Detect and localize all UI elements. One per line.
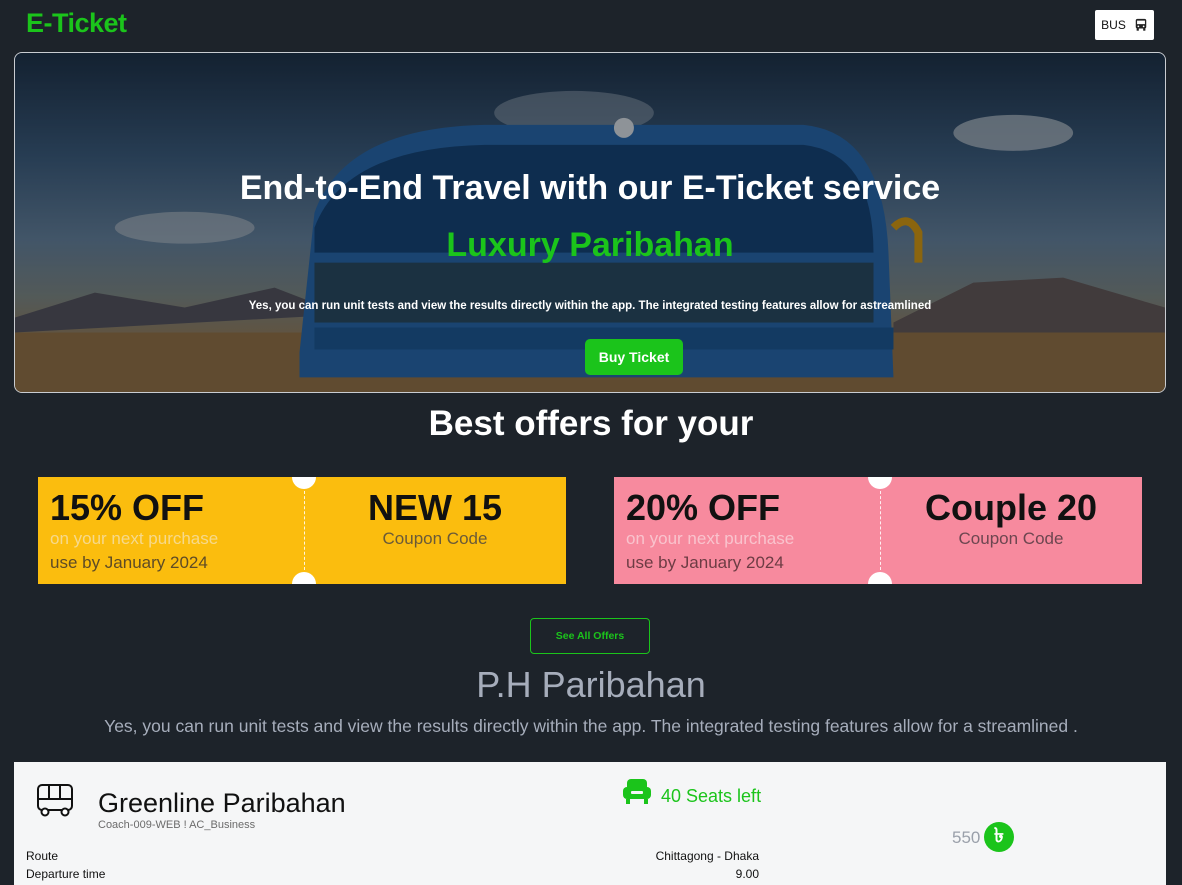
taka-icon: ৳: [984, 822, 1014, 852]
route-label: Route: [26, 849, 59, 863]
operator-description: Yes, you can run unit tests and view the…: [104, 716, 1078, 736]
departure-label: Departure time: [26, 867, 106, 881]
coupon-notch: [292, 572, 316, 584]
coupon-card[interactable]: 20% OFF on your next purchase use by Jan…: [614, 477, 1142, 584]
coupon-validity: use by January 2024: [50, 553, 208, 572]
hero-title: End-to-End Travel with our E-Ticket serv…: [239, 169, 941, 207]
coupon-card[interactable]: 15% OFF on your next purchase use by Jan…: [38, 477, 566, 584]
hero-description: Yes, you can run unit tests and view the…: [248, 300, 932, 312]
coupon-code-label: Coupon Code: [382, 529, 488, 548]
bus-button-label: BUS: [1101, 18, 1126, 32]
bus-card[interactable]: Greenline Paribahan Coach-009-WEB ! AC_B…: [14, 762, 1166, 885]
buy-ticket-button[interactable]: Buy Ticket: [585, 339, 683, 375]
coupon-note: on your next purchase: [626, 529, 795, 548]
coupon-discount: 20% OFF: [626, 487, 781, 528]
seat-icon: [623, 779, 651, 804]
operator-title: P.H Paribahan: [476, 664, 706, 705]
coupon-discount: 15% OFF: [50, 487, 205, 528]
bus-icon: [1135, 18, 1147, 31]
coupon-code: NEW 15: [367, 487, 503, 528]
see-all-offers-button[interactable]: See All Offers: [530, 618, 650, 654]
site-logo[interactable]: E-Ticket: [26, 8, 127, 39]
top-navbar: E-Ticket BUS: [0, 0, 1182, 50]
hero-banner: End-to-End Travel with our E-Ticket serv…: [14, 52, 1166, 393]
bus-icon: [37, 784, 73, 817]
hero-subtitle: Luxury Paribahan: [446, 226, 734, 264]
departure-value: 9.00: [735, 867, 759, 881]
coupon-note: on your next purchase: [50, 529, 219, 548]
coupon-code: Couple 20: [924, 487, 1098, 528]
bus-name: Greenline Paribahan: [98, 788, 346, 818]
coupon-notch: [868, 572, 892, 584]
seats-left: 40 Seats left: [661, 786, 762, 806]
ticket-price: 550: [952, 828, 981, 847]
route-value: Chittagong - Dhaka: [655, 849, 759, 863]
coupon-validity: use by January 2024: [626, 553, 784, 572]
bus-button[interactable]: BUS: [1095, 10, 1154, 40]
offers-title: Best offers for your: [428, 404, 754, 443]
bus-coach: Coach-009-WEB ! AC_Business: [98, 819, 256, 831]
coupon-code-label: Coupon Code: [958, 529, 1064, 548]
